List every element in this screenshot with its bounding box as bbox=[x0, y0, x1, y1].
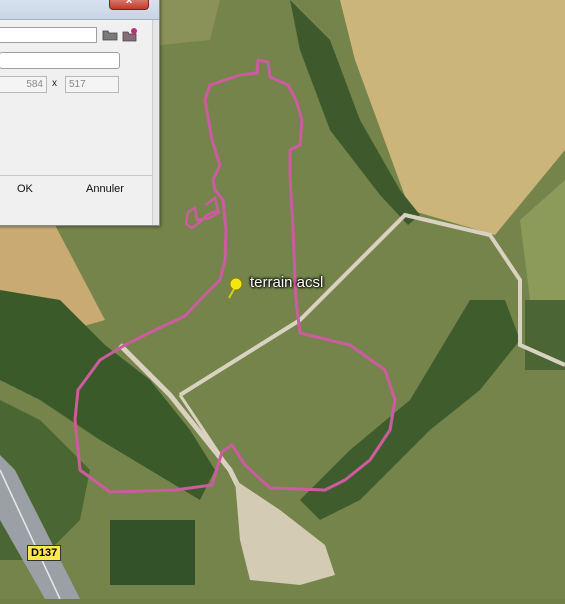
orchard-bottom bbox=[110, 520, 195, 585]
name-input[interactable] bbox=[0, 52, 120, 69]
cancel-button[interactable]: Annuler bbox=[86, 183, 124, 195]
image-export-dialog: x 584 x 517 OK Annuler bbox=[0, 0, 160, 226]
dialog-divider bbox=[0, 175, 153, 176]
road-label: D137 bbox=[27, 545, 62, 561]
width-input[interactable]: 584 bbox=[0, 76, 47, 93]
dialog-edge bbox=[152, 20, 159, 225]
file-path-input[interactable] bbox=[0, 27, 97, 43]
ok-button[interactable]: OK bbox=[17, 183, 33, 195]
close-button[interactable]: x bbox=[109, 0, 149, 10]
orchard-right bbox=[525, 300, 565, 370]
dialog-body: 584 x 517 OK Annuler bbox=[0, 20, 159, 225]
dimension-separator: x bbox=[52, 78, 57, 89]
placemark-label[interactable]: terrain acsl bbox=[250, 274, 323, 291]
dialog-titlebar[interactable]: x bbox=[0, 0, 159, 20]
height-input[interactable]: 517 bbox=[65, 76, 119, 93]
folder-star-icon[interactable] bbox=[121, 27, 139, 43]
folder-icon[interactable] bbox=[101, 27, 119, 43]
